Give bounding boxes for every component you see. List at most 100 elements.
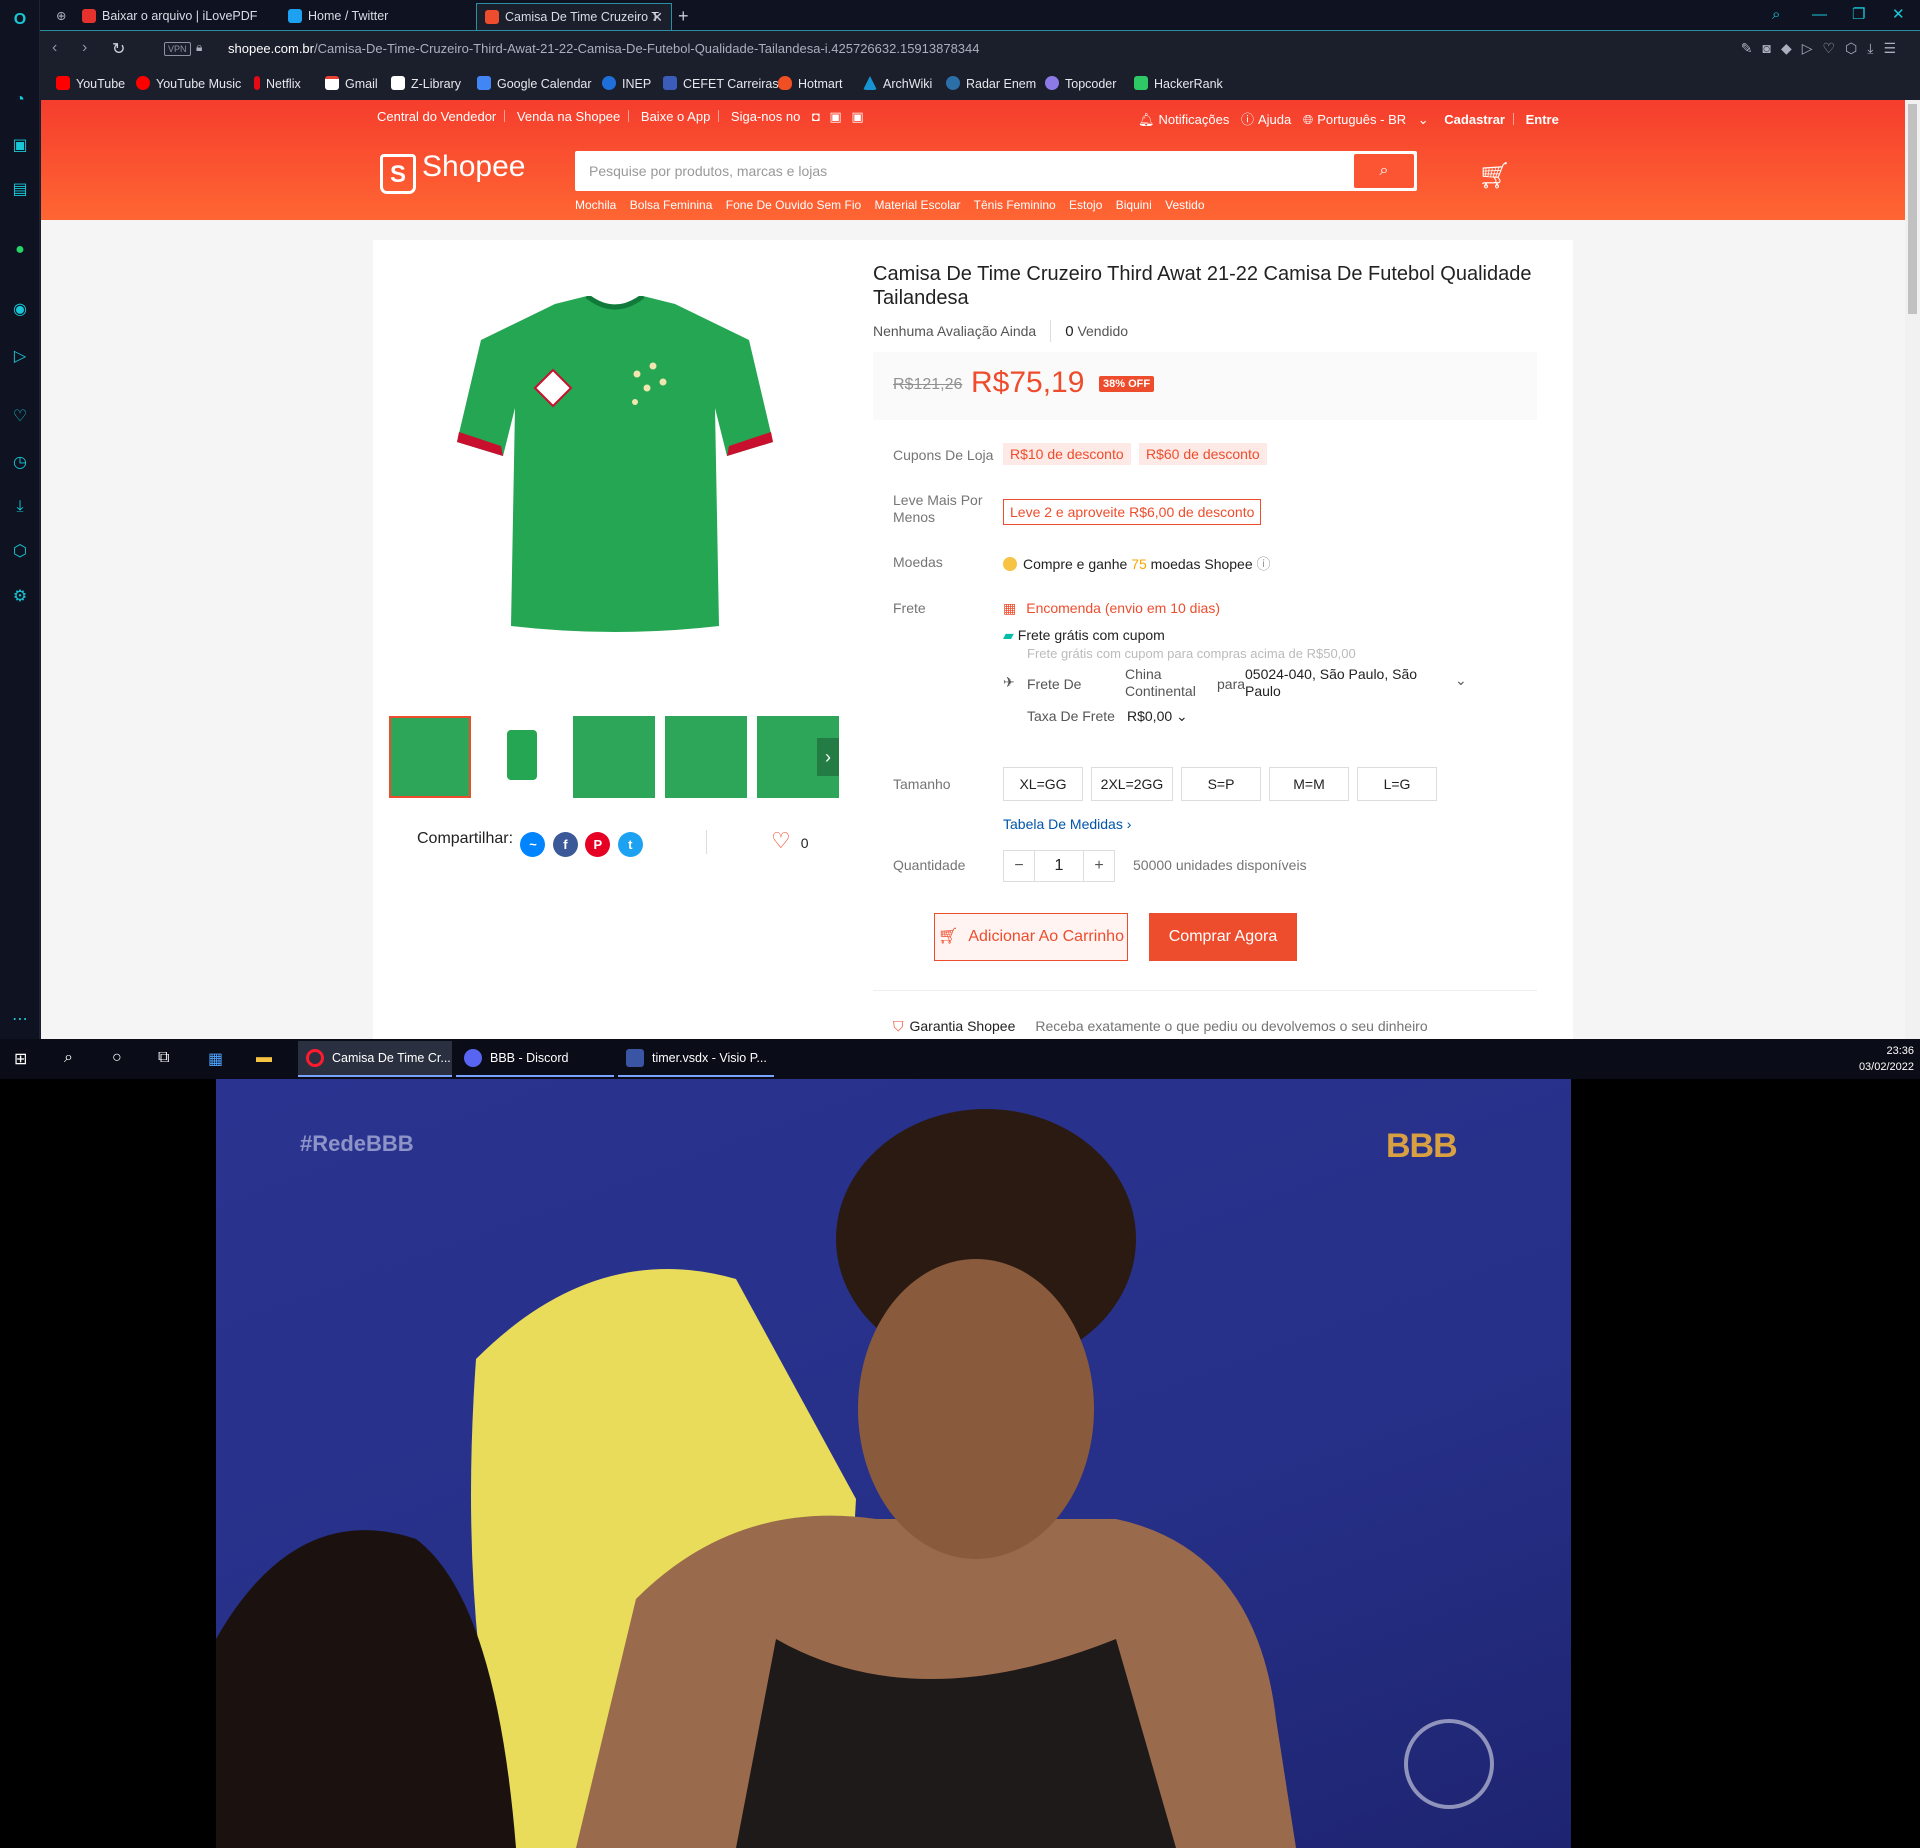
taskbar-app-visio[interactable]: timer.vsdx - Visio P... bbox=[618, 1041, 774, 1077]
buy-now-button[interactable]: Comprar Agora bbox=[1149, 913, 1297, 961]
twitter-icon[interactable]: ▣ bbox=[829, 109, 841, 124]
bag-icon[interactable]: ▣ bbox=[8, 134, 32, 158]
suggestion-link[interactable]: Tênis Feminino bbox=[974, 198, 1056, 212]
new-tab-icon[interactable]: + bbox=[678, 3, 689, 29]
more-icon[interactable]: ⋯ bbox=[8, 1008, 32, 1032]
size-option[interactable]: M=M bbox=[1269, 767, 1349, 801]
opera-logo-icon[interactable]: O bbox=[8, 8, 32, 32]
combo-deal[interactable]: Leve 2 e aproveite R$6,00 de desconto bbox=[1003, 499, 1262, 525]
seller-center-link[interactable]: Central do Vendedor bbox=[377, 109, 496, 124]
login-link[interactable]: Entre bbox=[1526, 112, 1559, 127]
windows-start-icon[interactable]: ⊞ bbox=[14, 1049, 27, 1069]
bookmark-hotmart[interactable]: Hotmart bbox=[778, 76, 842, 91]
size-option[interactable]: S=P bbox=[1181, 767, 1261, 801]
tab-ilovepdf[interactable]: Baixar o arquivo | iLovePDF ✕ bbox=[74, 3, 310, 30]
taskbar-app-discord[interactable]: BBB - Discord bbox=[456, 1041, 614, 1077]
forward-icon[interactable]: › bbox=[82, 39, 87, 57]
bookmark-radar-enem[interactable]: Radar Enem bbox=[946, 76, 1036, 91]
chevron-down-icon[interactable]: ⌄ bbox=[1455, 672, 1467, 689]
notifications-link[interactable]: Notificações bbox=[1159, 112, 1230, 127]
search-button[interactable]: ⌕ bbox=[1354, 154, 1414, 188]
heart-icon[interactable]: ♡ bbox=[8, 405, 32, 429]
store-icon[interactable]: ▦ bbox=[208, 1049, 223, 1069]
bookmark-youtube-music[interactable]: YouTube Music bbox=[136, 76, 241, 91]
twitter-icon[interactable]: t bbox=[617, 832, 643, 857]
suggestion-link[interactable]: Bolsa Feminina bbox=[630, 198, 713, 212]
whatsapp-icon[interactable]: ● bbox=[8, 238, 32, 262]
suggestion-link[interactable]: Vestido bbox=[1165, 198, 1204, 212]
size-option[interactable]: 2XL=2GG bbox=[1091, 767, 1173, 801]
page-scrollbar[interactable] bbox=[1905, 100, 1920, 1039]
reload-icon[interactable]: ↻ bbox=[112, 39, 125, 59]
bookmark-netflix[interactable]: Netflix bbox=[254, 76, 301, 91]
back-icon[interactable]: ‹ bbox=[52, 39, 57, 57]
coupon-chip[interactable]: R$60 de desconto bbox=[1139, 443, 1267, 465]
video-frame[interactable]: #RedeBBB BBB bbox=[216, 1079, 1571, 1848]
messenger-icon[interactable]: ~ bbox=[520, 832, 546, 857]
close-tab-icon[interactable]: ✕ bbox=[651, 4, 663, 30]
sell-link[interactable]: Venda na Shopee bbox=[517, 109, 620, 124]
ship-to[interactable]: 05024-040, São Paulo, São Paulo bbox=[1245, 666, 1425, 700]
suggestion-link[interactable]: Material Escolar bbox=[875, 198, 961, 212]
size-option[interactable]: L=G bbox=[1357, 767, 1437, 801]
lock-icon[interactable]: 🔒︎ bbox=[196, 40, 202, 55]
close-window-icon[interactable]: ✕ bbox=[1892, 3, 1905, 27]
tiktok-icon[interactable]: ▣ bbox=[851, 109, 863, 124]
speed-dial-icon[interactable]: ◔ bbox=[8, 88, 32, 112]
favorite-button[interactable]: ♡ 0 bbox=[771, 828, 809, 854]
system-clock[interactable]: 23:36 03/02/2022 bbox=[1859, 1043, 1914, 1075]
bookmark-hackerrank[interactable]: HackerRank bbox=[1134, 76, 1223, 91]
shopee-logo[interactable]: S Shopee bbox=[380, 150, 525, 194]
help-icon[interactable]: ⓘ bbox=[1241, 112, 1254, 127]
cortana-icon[interactable]: ○ bbox=[112, 1049, 122, 1067]
pinterest-icon[interactable]: P bbox=[585, 832, 611, 857]
app-link[interactable]: Baixe o App bbox=[641, 109, 710, 124]
quantity-input[interactable]: 1 bbox=[1034, 850, 1084, 882]
send-icon[interactable]: ▷ bbox=[8, 345, 32, 369]
history-icon[interactable]: ◷ bbox=[8, 451, 32, 475]
minus-icon[interactable]: − bbox=[1003, 850, 1035, 882]
download-icon[interactable]: ⤓ bbox=[8, 495, 32, 519]
search-icon[interactable]: ⌕ bbox=[64, 1049, 73, 1067]
instagram-icon[interactable]: ◘ bbox=[812, 109, 820, 124]
bookmark-gmail[interactable]: Gmail bbox=[325, 76, 378, 91]
url-field[interactable]: shopee.com.br/Camisa-De-Time-Cruzeiro-Th… bbox=[228, 41, 980, 56]
cart-icon[interactable]: 🛒︎ bbox=[1478, 160, 1511, 191]
task-view-icon[interactable]: ⧉ bbox=[158, 1049, 169, 1067]
minimize-icon[interactable]: — bbox=[1812, 3, 1827, 27]
plus-icon[interactable]: + bbox=[1083, 850, 1115, 882]
register-link[interactable]: Cadastrar bbox=[1444, 112, 1505, 127]
vpn-badge[interactable]: VPN bbox=[164, 42, 191, 56]
player-icon[interactable]: ◉ bbox=[8, 298, 32, 322]
help-link[interactable]: Ajuda bbox=[1258, 112, 1291, 127]
suggestion-link[interactable]: Estojo bbox=[1069, 198, 1102, 212]
size-option[interactable]: XL=GG bbox=[1003, 767, 1083, 801]
thumbnail[interactable] bbox=[481, 716, 563, 798]
address-actions[interactable]: ✎◙◆▷♡⬡⤓☰ bbox=[1741, 40, 1906, 57]
restore-icon[interactable]: ❐ bbox=[1852, 3, 1865, 27]
coupon-chip[interactable]: R$10 de desconto bbox=[1003, 443, 1131, 465]
bell-icon[interactable]: 🔔︎ bbox=[1138, 112, 1155, 127]
search-input[interactable]: Pesquise por produtos, marcas e lojas bbox=[589, 163, 827, 179]
suggestion-link[interactable]: Mochila bbox=[575, 198, 616, 212]
help-circle-icon[interactable]: ⓘ bbox=[1257, 556, 1271, 572]
suggestion-link[interactable]: Biquini bbox=[1116, 198, 1152, 212]
cube-icon[interactable]: ⬡ bbox=[8, 540, 32, 564]
globe-icon[interactable]: 🌐︎ bbox=[1303, 112, 1313, 127]
thumbnail[interactable] bbox=[389, 716, 471, 798]
thumbnail[interactable] bbox=[573, 716, 655, 798]
tab-shopee[interactable]: Camisa De Time Cruzeiro T ✕ bbox=[476, 3, 672, 30]
language-select[interactable]: Português - BR bbox=[1317, 112, 1406, 127]
shopee-guarantee[interactable]: ⛉ Garantia Shopee Receba exatamente o que … bbox=[893, 1018, 1428, 1035]
bookmark-cefet[interactable]: CEFET Carreiras bbox=[663, 76, 779, 91]
bookmark-inep[interactable]: INEP bbox=[602, 76, 651, 91]
bookmark-zlibrary[interactable]: Z-Library bbox=[391, 76, 461, 91]
search-bar[interactable]: Pesquise por produtos, marcas e lojas ⌕ bbox=[575, 151, 1417, 191]
bookmark-youtube[interactable]: YouTube bbox=[56, 76, 125, 91]
scrollbar-thumb[interactable] bbox=[1908, 104, 1917, 314]
taskbar-app-opera[interactable]: Camisa De Time Cr... bbox=[298, 1041, 452, 1077]
add-to-cart-button[interactable]: 🛒︎ Adicionar Ao Carrinho bbox=[934, 913, 1128, 961]
facebook-icon[interactable]: f bbox=[552, 832, 578, 857]
chevron-right-icon[interactable]: › bbox=[817, 738, 839, 776]
product-image[interactable] bbox=[389, 256, 839, 706]
